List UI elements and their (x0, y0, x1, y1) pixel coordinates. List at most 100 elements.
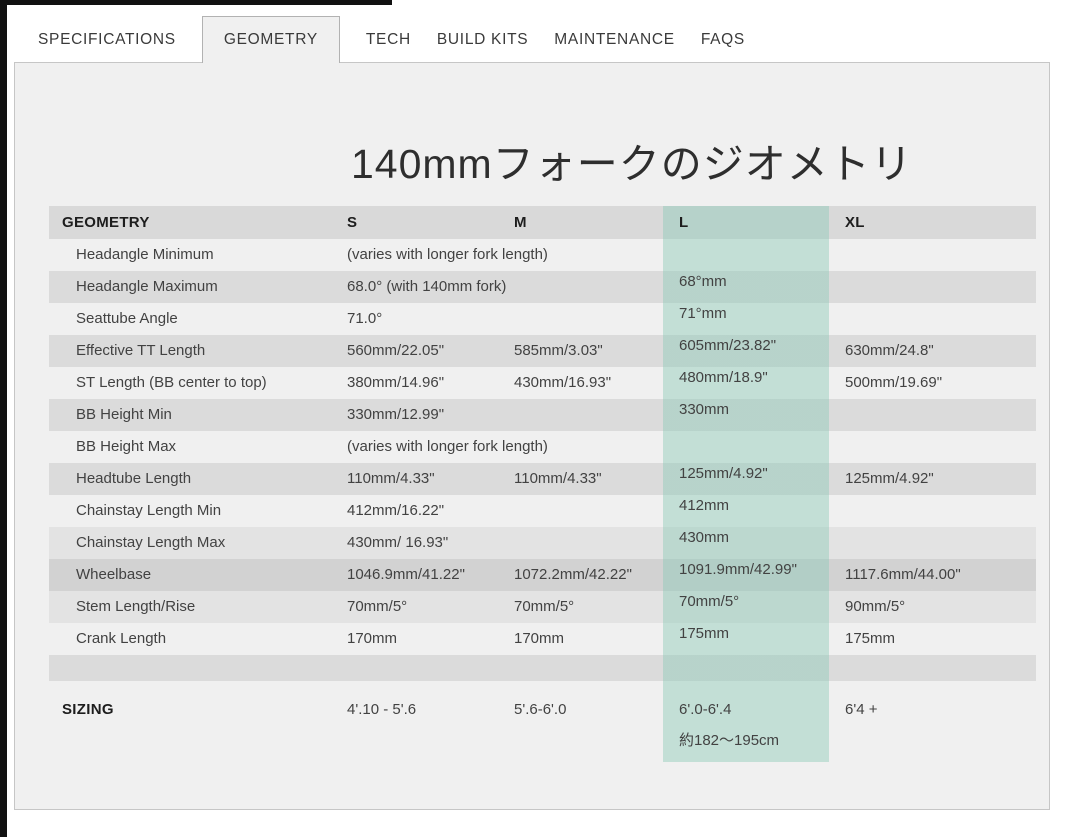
cell-l: 71°mm (663, 303, 829, 335)
tab-label: FAQS (701, 31, 745, 48)
column-header-geometry: GEOMETRY (49, 206, 331, 239)
cell-xl (829, 495, 1036, 527)
cell-s: 70mm/5° (331, 591, 498, 623)
cell-m: 110mm/4.33" (498, 463, 663, 495)
cell-l: 412mm (663, 495, 829, 527)
cell-s: 380mm/14.96" (331, 367, 498, 399)
cell-xl (829, 681, 1036, 692)
column-header-m: M (498, 206, 663, 239)
table-row: Crank Length 170mm 170mm 175mm 175mm (49, 623, 1036, 655)
row-label: Chainstay Length Min (49, 495, 331, 527)
cell-l-note: 約182〜195cm (679, 731, 829, 751)
screenshot-left-edge (0, 0, 7, 837)
cell-l (663, 239, 829, 271)
cell-xl (829, 431, 1036, 463)
cell-m (498, 527, 663, 559)
cell-xl (829, 399, 1036, 431)
cell-l-value: 330mm (679, 400, 829, 420)
cell-l-value: 430mm (679, 528, 829, 548)
cell-s: 4'.10 - 5'.6 (331, 692, 498, 762)
tab-label: BUILD KITS (437, 31, 528, 48)
row-label: SIZING (49, 692, 331, 762)
tab-build-kits[interactable]: BUILD KITS (437, 31, 528, 49)
row-label: Crank Length (49, 623, 331, 655)
cell-s: 110mm/4.33" (331, 463, 498, 495)
cell-l-value: 480mm/18.9" (679, 368, 829, 388)
cell-xl: 6'4 + (829, 692, 1036, 762)
cell-xl: 90mm/5° (829, 591, 1036, 623)
row-label: Headangle Maximum (49, 271, 331, 303)
cell-l: 175mm (663, 623, 829, 655)
cell-s: 430mm/ 16.93" (331, 527, 498, 559)
table-row: SIZING 4'.10 - 5'.6 5'.6-6'.0 6'.0-6'.4 … (49, 692, 1036, 762)
cell-s: 71.0° (331, 303, 498, 335)
cell-l-value: 412mm (679, 496, 829, 516)
cell-l: 605mm/23.82" (663, 335, 829, 367)
cell-xl (829, 303, 1036, 335)
cell-m (498, 655, 663, 681)
column-header-xl: XL (829, 206, 1036, 239)
row-label: Effective TT Length (49, 335, 331, 367)
cell-xl: 175mm (829, 623, 1036, 655)
cell-s: 412mm/16.22" (331, 495, 498, 527)
row-label: BB Height Min (49, 399, 331, 431)
tab-bar: SPECIFICATIONS GEOMETRY TECH BUILD KITS … (38, 16, 745, 63)
cell-l: 1091.9mm/42.99" (663, 559, 829, 591)
row-label: BB Height Max (49, 431, 331, 463)
cell-xl (829, 655, 1036, 681)
cell-xl: 500mm/19.69" (829, 367, 1036, 399)
cell-m: 170mm (498, 623, 663, 655)
cell-xl: 1117.6mm/44.00" (829, 559, 1036, 591)
row-label: Wheelbase (49, 559, 331, 591)
cell-l: 70mm/5° (663, 591, 829, 623)
cell-m: 5'.6-6'.0 (498, 692, 663, 762)
table-row (49, 655, 1036, 681)
cell-xl: 630mm/24.8" (829, 335, 1036, 367)
tab-label: MAINTENANCE (554, 31, 675, 48)
cell-m (498, 681, 663, 692)
row-label: Stem Length/Rise (49, 591, 331, 623)
cell-m: 1072.2mm/42.22" (498, 559, 663, 591)
cell-l-value: 605mm/23.82" (679, 336, 829, 356)
cell-xl: 125mm/4.92" (829, 463, 1036, 495)
cell-l: 430mm (663, 527, 829, 559)
geometry-table-body: Headangle Minimum (varies with longer fo… (49, 239, 1036, 762)
table-row: Headangle Maximum 68.0° (with 140mm fork… (49, 271, 1036, 303)
table-row: Chainstay Length Min 412mm/16.22" 412mm (49, 495, 1036, 527)
row-label: Seattube Angle (49, 303, 331, 335)
tab-geometry[interactable]: GEOMETRY (202, 16, 340, 63)
cell-m (498, 303, 663, 335)
table-row: Effective TT Length 560mm/22.05" 585mm/3… (49, 335, 1036, 367)
tab-specifications[interactable]: SPECIFICATIONS (38, 31, 176, 49)
screenshot-top-edge (0, 0, 392, 5)
cell-s (331, 655, 498, 681)
tab-label: GEOMETRY (224, 31, 318, 49)
cell-s: 170mm (331, 623, 498, 655)
cell-m: 70mm/5° (498, 591, 663, 623)
page-title: 140mmフォークのジオメトリ (351, 130, 913, 190)
cell-l-value: 68°mm (679, 272, 829, 292)
cell-l-value: 175mm (679, 624, 829, 644)
cell-l: 125mm/4.92" (663, 463, 829, 495)
geometry-table: GEOMETRY S M L XL Headangle Minimum (var… (49, 206, 1036, 762)
tab-tech[interactable]: TECH (366, 31, 411, 49)
cell-s: 560mm/22.05" (331, 335, 498, 367)
cell-s: (varies with longer fork length) (331, 431, 663, 463)
cell-m (498, 495, 663, 527)
column-header-l: L (663, 206, 829, 239)
row-label (49, 655, 331, 681)
table-header-row: GEOMETRY S M L XL (49, 206, 1036, 239)
tab-label: SPECIFICATIONS (38, 31, 176, 48)
row-label: Chainstay Length Max (49, 527, 331, 559)
tab-faqs[interactable]: FAQS (701, 31, 745, 49)
cell-l-value: 70mm/5° (679, 592, 829, 612)
cell-l (663, 431, 829, 463)
table-row: Chainstay Length Max 430mm/ 16.93" 430mm (49, 527, 1036, 559)
cell-s (331, 681, 498, 692)
cell-s: 330mm/12.99" (331, 399, 498, 431)
cell-l: 6'.0-6'.4 約182〜195cm (663, 692, 829, 762)
tab-maintenance[interactable]: MAINTENANCE (554, 31, 675, 49)
tab-label: TECH (366, 31, 411, 48)
cell-l-value: 71°mm (679, 304, 829, 324)
table-row: Seattube Angle 71.0° 71°mm (49, 303, 1036, 335)
